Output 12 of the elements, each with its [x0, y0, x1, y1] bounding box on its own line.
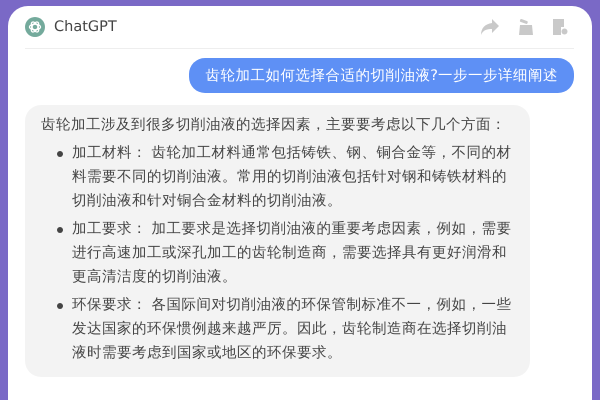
bullet-icon	[57, 303, 63, 309]
list-item-text: 加工要求： 加工要求是选择切削油液的重要考虑因素，例如，需要进行高速加工或深孔加工的齿轮制造商，需要选择具有更好润滑和更高清洁度的切削油液。	[72, 220, 513, 287]
bullet-icon	[57, 227, 63, 233]
reply-intro: 齿轮加工涉及到很多切削油液的选择因素，主要要考虑以下几个方面：	[41, 116, 507, 135]
logo-icon	[25, 17, 45, 37]
list-item-text: 加工材料： 齿轮加工材料通常包括铸铁、钢、铜合金等，不同的材料需要不同的切削油液。常用的切削油液包括针对钢和铸铁材料的切削油液和针对铜合金材料的切削油液。	[72, 144, 513, 211]
user-message: 齿轮加工如何选择合适的切削油液?一步一步详细阐述	[189, 58, 574, 93]
app-title: ChatGPT	[54, 19, 117, 35]
list-item-text: 环保要求： 各国际间对切削油液的环保管制标准不一，例如，一些发达国家的环保惯例越来越严厉。因此，齿轮制造商在选择切削油液时需要考虑到国家或地区的环保要求。	[72, 296, 513, 363]
bullet-icon	[57, 151, 63, 157]
document-icon[interactable]	[552, 18, 568, 36]
share-icon[interactable]	[480, 18, 500, 36]
